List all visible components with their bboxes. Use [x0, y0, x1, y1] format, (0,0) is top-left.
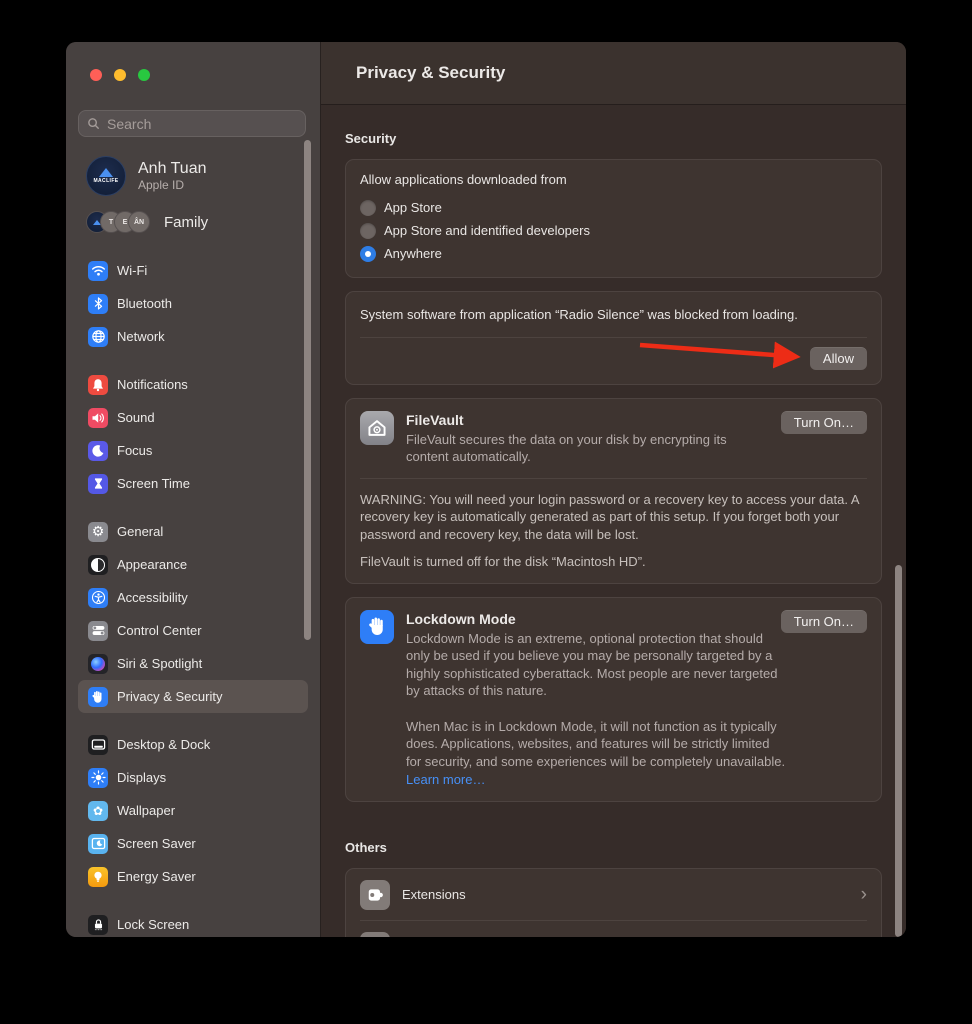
- hourglass-icon: [88, 474, 108, 494]
- avatar-brand-text: MACLIFE: [93, 178, 118, 184]
- desktop-dock-icon: [88, 735, 108, 755]
- lockdown-hand-icon: [360, 610, 394, 644]
- others-section-heading: Others: [345, 840, 882, 855]
- sidebar-item-general[interactable]: ⚙ General: [78, 515, 308, 548]
- filevault-status: FileVault is turned off for the disk “Ma…: [360, 554, 867, 569]
- sidebar-item-sound[interactable]: Sound: [78, 401, 308, 434]
- sidebar-item-displays[interactable]: Displays: [78, 761, 308, 794]
- main-pane: Privacy & Security Security Allow applic…: [320, 42, 906, 937]
- gatekeeper-label: Allow applications downloaded from: [360, 172, 867, 187]
- siri-icon: [88, 654, 108, 674]
- extensions-row[interactable]: Extensions ›: [360, 869, 867, 920]
- flower-icon: ✿: [88, 801, 108, 821]
- zoom-button[interactable]: [138, 69, 150, 81]
- globe-icon: [88, 327, 108, 347]
- sidebar-item-appearance[interactable]: Appearance: [78, 548, 308, 581]
- sidebar-item-privacy-security[interactable]: Privacy & Security: [78, 680, 308, 713]
- toggles-icon: [88, 621, 108, 641]
- title-bar: Privacy & Security: [321, 42, 906, 105]
- apple-id-avatar: MACLIFE: [86, 156, 126, 196]
- chevron-right-icon: ›: [861, 885, 867, 904]
- apple-id-subtitle: Apple ID: [138, 178, 207, 192]
- lockdown-paragraph-1: Lockdown Mode is an extreme, optional pr…: [406, 630, 788, 700]
- filevault-warning: WARNING: You will need your login passwo…: [360, 491, 867, 544]
- radio-button[interactable]: [360, 200, 376, 216]
- family-row[interactable]: T E ÂN Family: [86, 208, 308, 236]
- sidebar-item-wallpaper[interactable]: ✿ Wallpaper: [78, 794, 308, 827]
- radio-option-anywhere[interactable]: Anywhere: [360, 242, 867, 265]
- hand-icon: [88, 687, 108, 707]
- lockdown-title: Lockdown Mode: [406, 610, 788, 628]
- radio-button-selected[interactable]: [360, 246, 376, 262]
- wifi-icon: [88, 261, 108, 281]
- lock-icon: [88, 915, 108, 935]
- minimize-button[interactable]: [114, 69, 126, 81]
- appearance-icon: [88, 555, 108, 575]
- accessibility-icon: [88, 588, 108, 608]
- lockdown-paragraph-2: When Mac is in Lockdown Mode, it will no…: [406, 718, 788, 771]
- profiles-icon: [360, 932, 390, 937]
- radio-option-app-store[interactable]: App Store: [360, 196, 867, 219]
- allow-button[interactable]: Allow: [810, 347, 867, 370]
- search-field[interactable]: [78, 110, 306, 137]
- sidebar-item-siri-spotlight[interactable]: Siri & Spotlight: [78, 647, 308, 680]
- system-settings-window: MACLIFE Anh Tuan Apple ID T E ÂN Family …: [66, 42, 906, 937]
- profiles-row[interactable]: Profiles ›: [360, 921, 867, 937]
- speaker-icon: [88, 408, 108, 428]
- others-card: Extensions › Profiles ›: [345, 868, 882, 937]
- sidebar-item-focus[interactable]: Focus: [78, 434, 308, 467]
- sidebar-item-lock-screen[interactable]: Lock Screen: [78, 908, 308, 937]
- moon-icon: [88, 441, 108, 461]
- sidebar-item-accessibility[interactable]: Accessibility: [78, 581, 308, 614]
- sidebar: MACLIFE Anh Tuan Apple ID T E ÂN Family …: [66, 42, 320, 937]
- bluetooth-icon: [88, 294, 108, 314]
- search-icon: [87, 117, 100, 130]
- bulb-icon: [88, 867, 108, 887]
- gear-icon: ⚙: [88, 522, 108, 542]
- family-avatar: ÂN: [128, 211, 150, 233]
- radio-button[interactable]: [360, 223, 376, 239]
- blocked-software-card: System software from application “Radio …: [345, 291, 882, 385]
- sidebar-nav: Wi-Fi Bluetooth Network Notifications: [66, 254, 320, 937]
- filevault-turn-on-button[interactable]: Turn On…: [781, 411, 867, 434]
- sidebar-item-wifi[interactable]: Wi-Fi: [78, 254, 308, 287]
- security-section-heading: Security: [345, 131, 882, 146]
- family-label: Family: [164, 214, 208, 231]
- sidebar-item-energy-saver[interactable]: Energy Saver: [78, 860, 308, 893]
- search-input[interactable]: [105, 115, 297, 133]
- main-scrollbar[interactable]: [895, 565, 902, 937]
- sidebar-item-screen-saver[interactable]: Screen Saver: [78, 827, 308, 860]
- sidebar-item-bluetooth[interactable]: Bluetooth: [78, 287, 308, 320]
- sidebar-item-screen-time[interactable]: Screen Time: [78, 467, 308, 500]
- sidebar-item-notifications[interactable]: Notifications: [78, 368, 308, 401]
- divider: [360, 478, 867, 479]
- sidebar-scrollbar[interactable]: [304, 140, 311, 640]
- sidebar-item-network[interactable]: Network: [78, 320, 308, 353]
- radio-option-identified-developers[interactable]: App Store and identified developers: [360, 219, 867, 242]
- apple-id-row[interactable]: MACLIFE Anh Tuan Apple ID: [86, 154, 308, 198]
- filevault-title: FileVault: [406, 411, 756, 429]
- filevault-description: FileVault secures the data on your disk …: [406, 431, 756, 466]
- window-controls: [90, 69, 150, 81]
- lockdown-turn-on-button[interactable]: Turn On…: [781, 610, 867, 633]
- sidebar-item-control-center[interactable]: Control Center: [78, 614, 308, 647]
- apple-id-name: Anh Tuan: [138, 160, 207, 178]
- lockdown-mode-card: Turn On… Lockdown Mode Lockdown Mode is …: [345, 597, 882, 803]
- bell-icon: [88, 375, 108, 395]
- settings-content: Security Allow applications downloaded f…: [321, 105, 906, 937]
- gatekeeper-card: Allow applications downloaded from App S…: [345, 159, 882, 278]
- learn-more-link[interactable]: Learn more…: [406, 772, 485, 787]
- sun-icon: [88, 768, 108, 788]
- blocked-message: System software from application “Radio …: [360, 306, 810, 325]
- family-avatars: T E ÂN: [86, 211, 150, 233]
- filevault-card: Turn On… FileVault FileVault secures the…: [345, 398, 882, 584]
- close-button[interactable]: [90, 69, 102, 81]
- filevault-icon: [360, 411, 394, 445]
- sidebar-item-desktop-dock[interactable]: Desktop & Dock: [78, 728, 308, 761]
- screensaver-icon: [88, 834, 108, 854]
- page-title: Privacy & Security: [356, 63, 505, 83]
- extensions-icon: [360, 880, 390, 910]
